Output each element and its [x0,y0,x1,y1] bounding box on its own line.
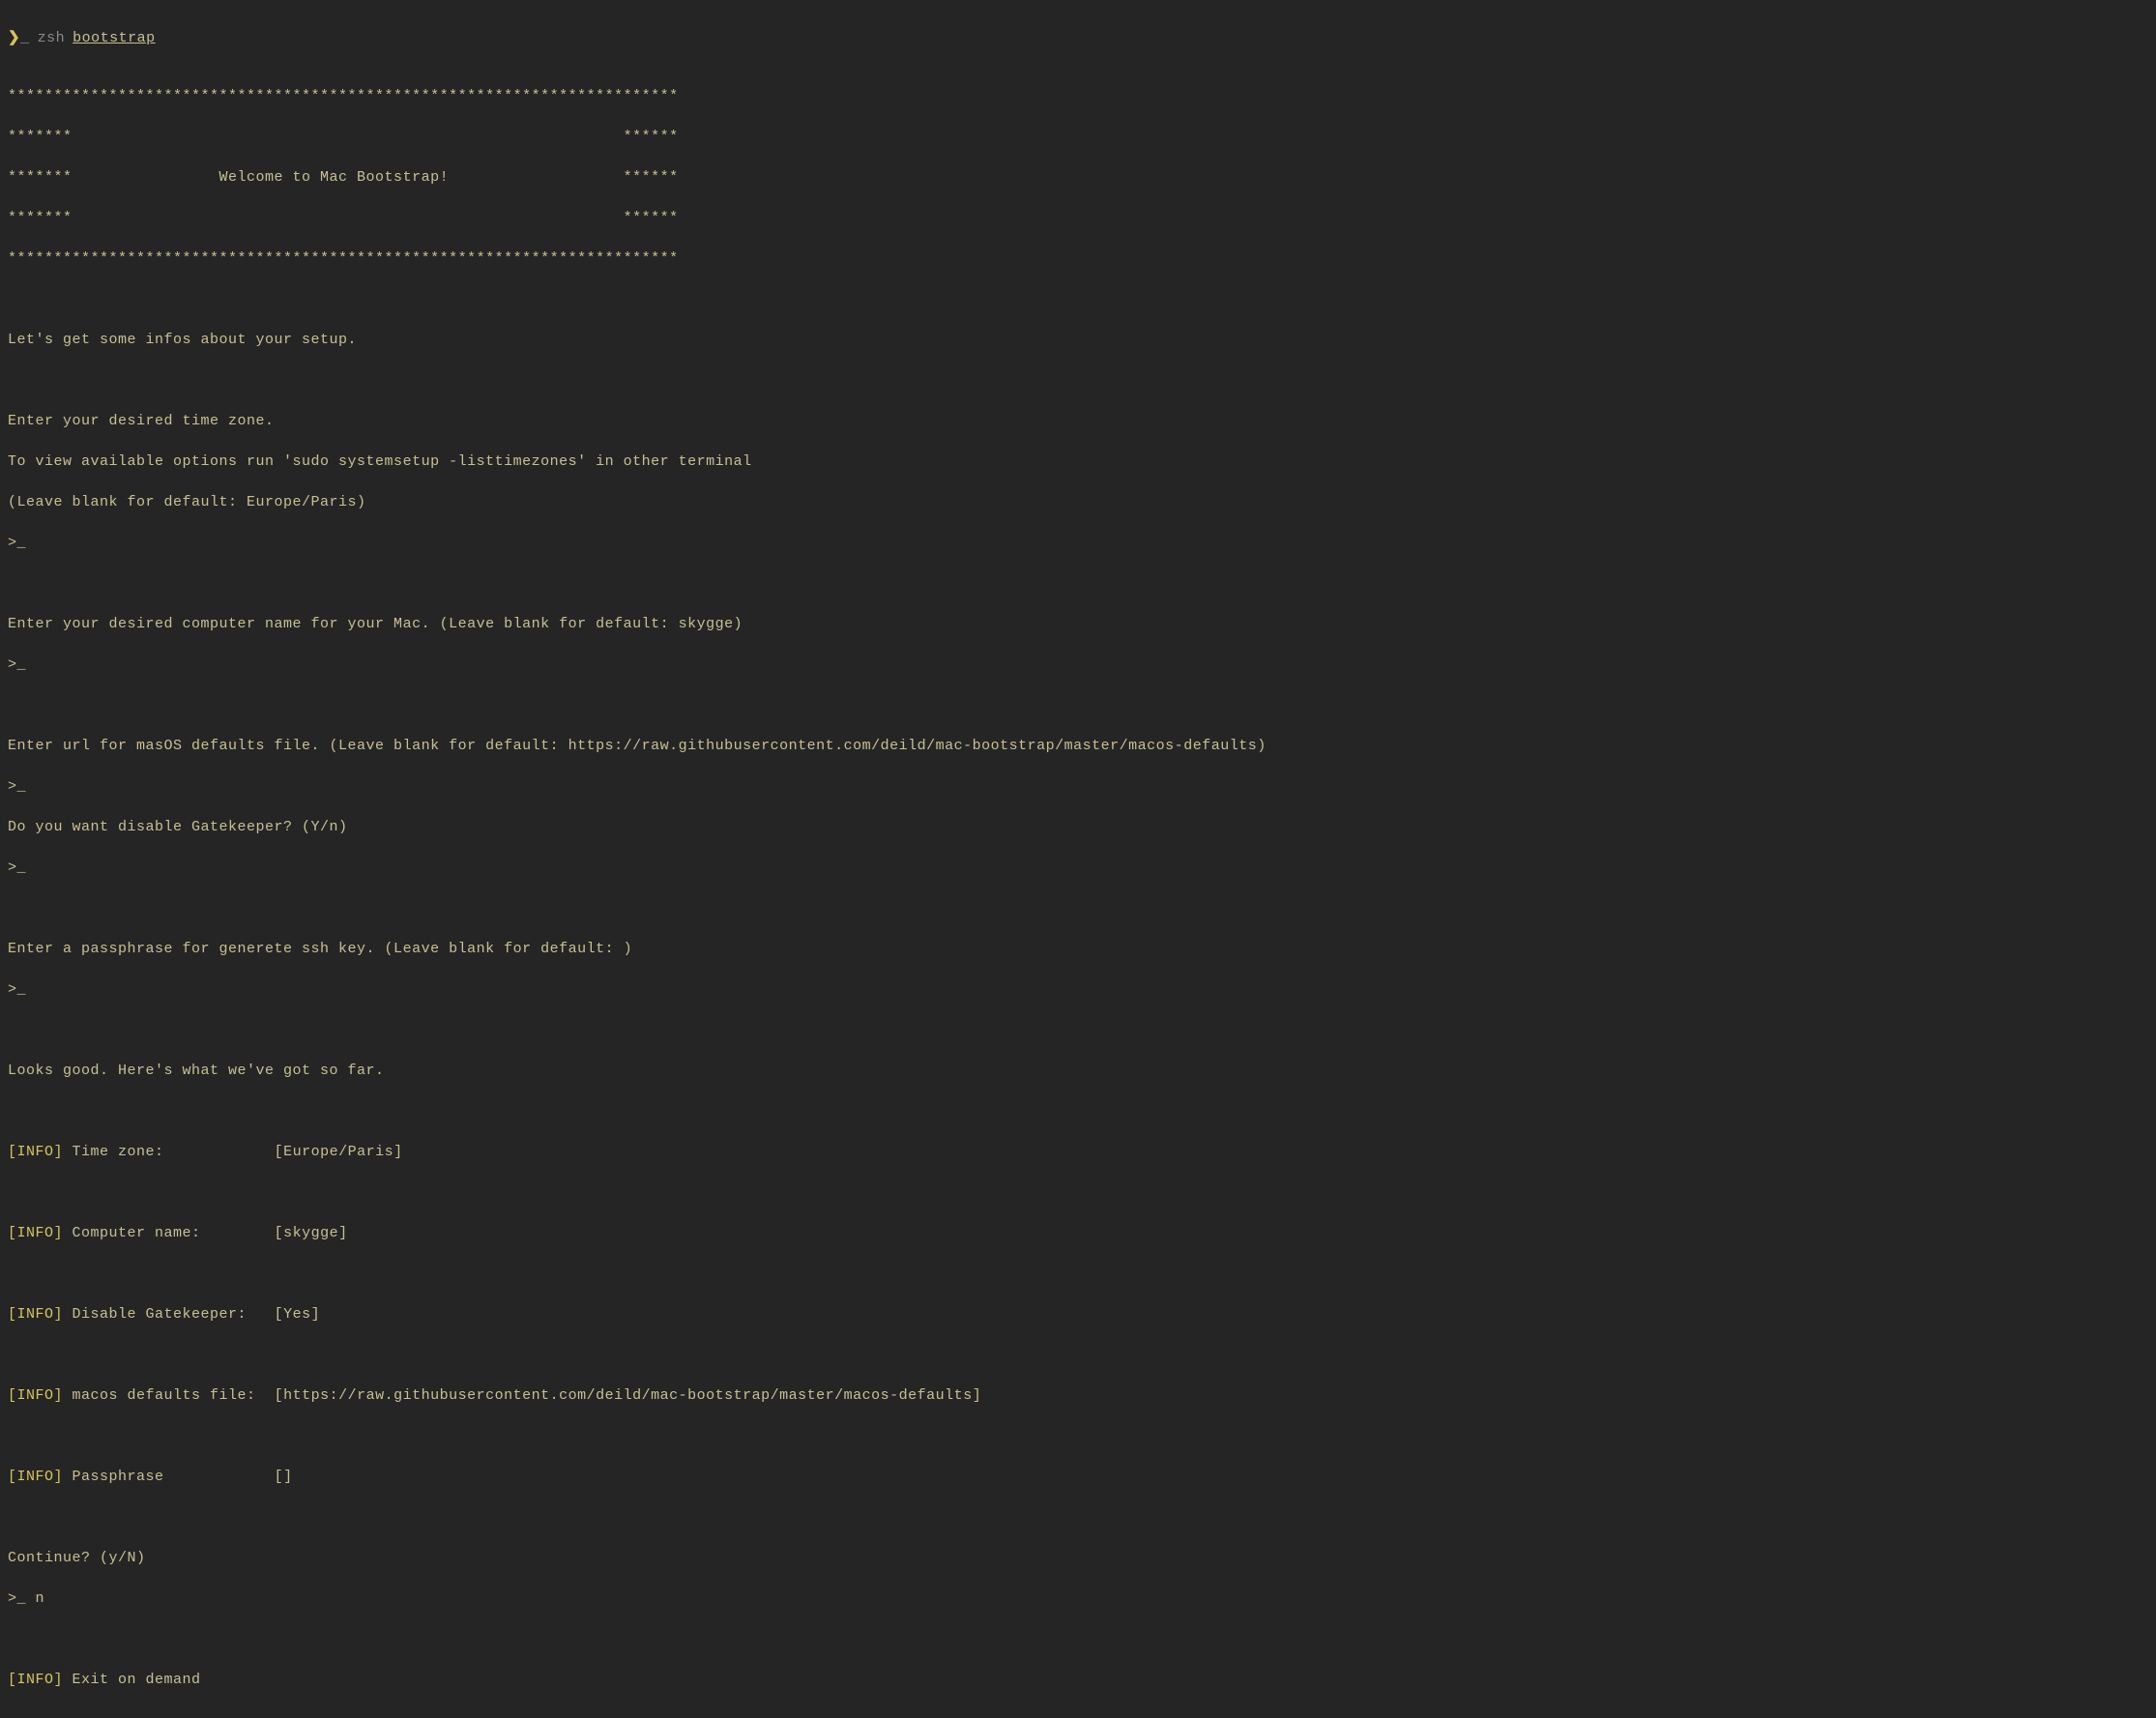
info-tag: [INFO] [8,1306,63,1323]
info-value: [Yes] [275,1306,321,1323]
computername-input[interactable]: >_ [8,655,2148,675]
info-row-gatekeeper: [INFO] Disable Gatekeeper: [Yes] [8,1304,2148,1325]
passphrase-input[interactable]: >_ [8,979,2148,1000]
banner-welcome: ******* Welcome to Mac Bootstrap! ****** [8,167,2148,188]
continue-input[interactable]: >_ n [8,1588,2148,1609]
terminal-window[interactable]: ❯_ zsh bootstrap ************************… [8,8,2148,1710]
command-prompt-line: ❯_ zsh bootstrap [8,28,2148,48]
exit-line: [INFO] Exit on demand [8,1670,2148,1690]
timezone-prompt-line1: Enter your desired time zone. [8,411,2148,431]
banner-side: ******* ****** [8,127,2148,147]
gatekeeper-prompt: Do you want disable Gatekeeper? (Y/n) [8,817,2148,837]
computername-prompt: Enter your desired computer name for you… [8,614,2148,634]
passphrase-prompt: Enter a passphrase for generete ssh key.… [8,939,2148,959]
info-tag: [INFO] [8,1672,63,1688]
exit-text: Exit on demand [73,1672,201,1688]
info-value: [] [275,1469,293,1485]
command-text: bootstrap [73,28,156,48]
timezone-prompt-line2: To view available options run 'sudo syst… [8,451,2148,472]
info-value: [skygge] [275,1225,348,1241]
banner-top: ****************************************… [8,86,2148,106]
summary-header: Looks good. Here's what we've got so far… [8,1061,2148,1081]
info-tag: [INFO] [8,1387,63,1404]
defaultsfile-input[interactable]: >_ [8,776,2148,797]
info-label: Disable Gatekeeper: [73,1306,256,1323]
continue-prompt: Continue? (y/N) [8,1548,2148,1568]
info-row-computername: [INFO] Computer name: [skygge] [8,1223,2148,1243]
info-tag: [INFO] [8,1225,63,1241]
info-row-timezone: [INFO] Time zone: [Europe/Paris] [8,1142,2148,1162]
info-label: Computer name: [73,1225,256,1241]
info-value: [Europe/Paris] [275,1144,403,1160]
info-label: Time zone: [73,1144,256,1160]
info-label: Passphrase [73,1469,256,1485]
intro-text: Let's get some infos about your setup. [8,330,2148,350]
info-tag: [INFO] [8,1469,63,1485]
info-label: macos defaults file: [73,1387,256,1404]
defaultsfile-prompt: Enter url for masOS defaults file. (Leav… [8,736,2148,756]
banner-side: ******* ****** [8,208,2148,228]
prompt-arrow-icon: ❯ [8,28,20,48]
timezone-input[interactable]: >_ [8,533,2148,553]
info-row-passphrase: [INFO] Passphrase [] [8,1467,2148,1487]
timezone-prompt-line3: (Leave blank for default: Europe/Paris) [8,492,2148,512]
info-tag: [INFO] [8,1144,63,1160]
shell-name: zsh [38,28,66,48]
info-row-defaultsfile: [INFO] macos defaults file: [https://raw… [8,1385,2148,1406]
prompt-underscore: _ [20,28,30,48]
banner-bottom: ****************************************… [8,248,2148,269]
gatekeeper-input[interactable]: >_ [8,858,2148,878]
info-value: [https://raw.githubusercontent.com/deild… [275,1387,982,1404]
